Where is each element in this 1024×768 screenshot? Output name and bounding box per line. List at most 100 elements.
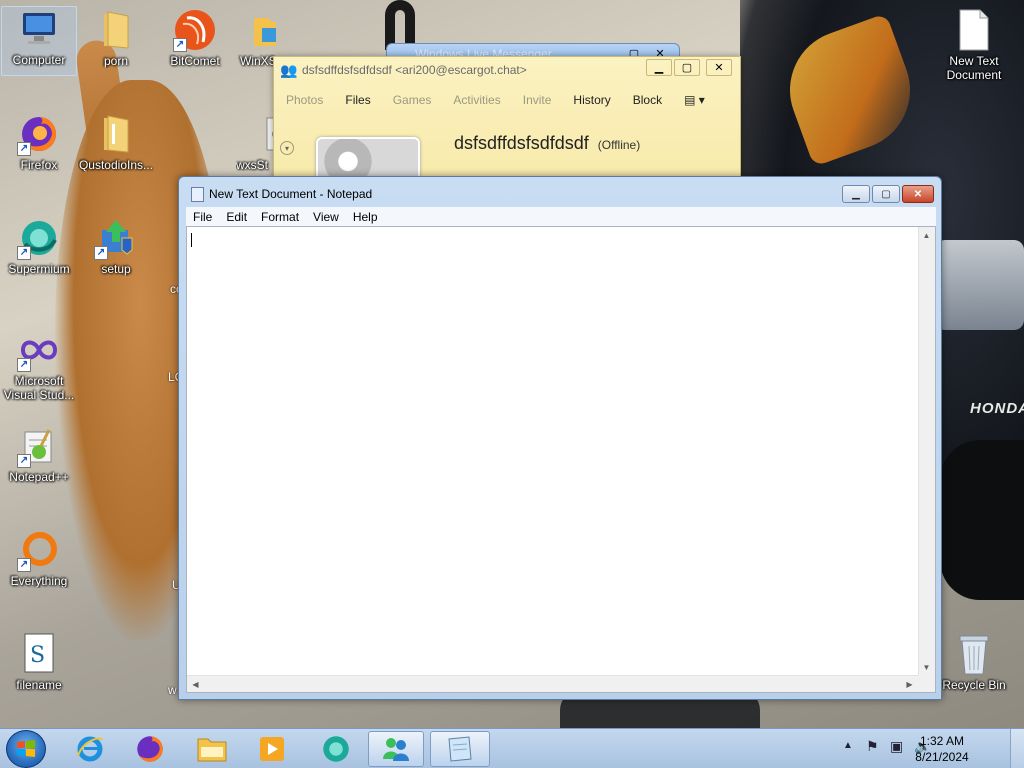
clock-date: 8/21/2024 xyxy=(915,750,969,764)
scroll-down-icon[interactable]: ▼ xyxy=(918,659,935,676)
shortcut-arrow-icon: ↗ xyxy=(17,558,31,572)
toolbar-files[interactable]: Files xyxy=(345,93,370,107)
shortcut-arrow-icon: ↗ xyxy=(17,142,31,156)
notepad-icon xyxy=(448,736,472,762)
menu-format[interactable]: Format xyxy=(254,210,306,224)
desktop-icon-new-text-document[interactable]: New Text Document xyxy=(936,8,1012,82)
desktop-icon-wxsst[interactable]: wxsSt xyxy=(236,112,276,172)
notepad-title: New Text Document - Notepad xyxy=(209,187,373,201)
toolbar-options-icon[interactable]: ▤ ▾ xyxy=(684,93,705,107)
contact-name: dsfsdffdsfsdfdsdf xyxy=(454,133,589,153)
system-clock[interactable]: 1:32 AM 8/21/2024 xyxy=(910,733,974,765)
conversation-title: dsfsdffdsfsdfdsdf <ari200@escargot.chat> xyxy=(302,63,527,77)
notepad-icon xyxy=(191,187,204,202)
wallpaper-wheel xyxy=(940,440,1024,600)
menu-edit[interactable]: Edit xyxy=(219,210,254,224)
desktop-icon-firefox[interactable]: ↗ Firefox xyxy=(1,112,77,172)
desktop-icon-folder-porn[interactable]: porn xyxy=(78,8,154,68)
taskbar-supermium[interactable] xyxy=(308,731,364,767)
desktop-icon-setup[interactable]: ↗ setup xyxy=(78,216,154,276)
text-caret xyxy=(191,233,192,247)
taskbar-media-player[interactable] xyxy=(244,731,300,767)
toolbar-activities[interactable]: Activities xyxy=(453,93,500,107)
maximize-icon[interactable]: ▢ xyxy=(872,185,900,203)
visual-studio-icon: ↗ xyxy=(17,328,61,372)
setup-icon: ↗ xyxy=(94,216,138,260)
supermium-icon: ↗ xyxy=(17,216,61,260)
contact-status: (Offline) xyxy=(597,138,641,152)
winxs-folder-icon xyxy=(250,8,276,52)
wallpaper-brand-text: HONDA xyxy=(970,400,1024,417)
shortcut-arrow-icon: ↗ xyxy=(94,246,108,260)
network-icon[interactable]: ▣ xyxy=(890,738,903,755)
desktop-icon-winxs[interactable]: WinXS xyxy=(236,8,276,68)
contact-display-name: dsfsdffdsfsdfdsdf (Offline) xyxy=(454,133,640,154)
menu-help[interactable]: Help xyxy=(346,210,385,224)
scrollbar-corner xyxy=(918,675,935,692)
script-file-icon: S xyxy=(17,632,61,676)
taskbar-file-explorer[interactable] xyxy=(184,731,240,767)
toolbar-block[interactable]: Block xyxy=(633,93,662,107)
taskbar-notepad[interactable] xyxy=(430,731,490,767)
notepad-window[interactable]: New Text Document - Notepad ▁ ▢ ✕ File E… xyxy=(178,176,942,700)
folder-icon xyxy=(94,112,138,156)
collapse-toggle-icon[interactable]: ▾ xyxy=(280,141,294,155)
conversation-caption-buttons: ▁ ▢ ✕ xyxy=(646,59,732,76)
show-hidden-icons[interactable]: ▲ xyxy=(843,740,853,751)
scroll-left-icon[interactable]: ◀ xyxy=(187,676,204,693)
internet-explorer-icon xyxy=(77,736,103,762)
minimize-icon[interactable]: ▁ xyxy=(646,59,672,76)
messenger-buddy-icon: 👥 xyxy=(280,62,298,78)
desktop: HONDA Computer ↗ Firefox ↗ Supermium ↗ M… xyxy=(0,0,1024,728)
scroll-up-icon[interactable]: ▲ xyxy=(918,227,935,244)
vertical-scrollbar[interactable]: ▲ ▼ xyxy=(918,227,935,676)
messenger-conversation-window[interactable]: 👥 dsfsdffdsfsdfdsdf <ari200@escargot.cha… xyxy=(273,56,741,197)
taskbar: ▲ ⚑ ▣ 🔈 1:32 AM 8/21/2024 xyxy=(0,728,1024,768)
toolbar-history[interactable]: History xyxy=(573,93,610,107)
folder-icon xyxy=(94,8,138,52)
firefox-icon: ↗ xyxy=(17,112,61,156)
toolbar-invite[interactable]: Invite xyxy=(523,93,552,107)
file-explorer-icon xyxy=(197,738,227,762)
shortcut-arrow-icon: ↗ xyxy=(173,38,187,52)
close-icon[interactable]: ✕ xyxy=(902,185,934,203)
start-button[interactable] xyxy=(6,730,46,768)
notepad-menubar: File Edit Format View Help xyxy=(186,207,936,226)
desktop-icon-computer[interactable]: Computer xyxy=(1,6,77,76)
desktop-icon-filename[interactable]: S filename xyxy=(1,632,77,692)
menu-file[interactable]: File xyxy=(186,210,219,224)
minimize-icon[interactable]: ▁ xyxy=(842,185,870,203)
wallpaper-headlight xyxy=(935,240,1024,330)
recycle-bin-icon xyxy=(952,632,996,676)
notepadpp-icon: ↗ xyxy=(17,424,61,468)
shortcut-arrow-icon: ↗ xyxy=(17,454,31,468)
scroll-right-icon[interactable]: ▶ xyxy=(901,676,918,693)
windows-live-messenger-icon xyxy=(383,738,409,761)
firefox-icon xyxy=(137,736,163,762)
maximize-icon[interactable]: ▢ xyxy=(674,59,700,76)
desktop-icon-folder-qustodio[interactable]: QustodioIns... xyxy=(78,112,154,172)
menu-view[interactable]: View xyxy=(306,210,346,224)
text-document-icon xyxy=(952,8,996,52)
desktop-icon-recycle-bin[interactable]: Recycle Bin xyxy=(936,632,1012,692)
partial-icon-label-w: w xyxy=(168,683,177,697)
show-desktop-button[interactable] xyxy=(1010,729,1024,768)
close-icon[interactable]: ✕ xyxy=(706,59,732,76)
computer-icon xyxy=(17,7,61,51)
desktop-icon-notepadpp[interactable]: ↗ Notepad++ xyxy=(1,424,77,484)
toolbar-photos[interactable]: Photos xyxy=(286,93,323,107)
taskbar-internet-explorer[interactable] xyxy=(62,731,118,767)
desktop-icon-bitcomet[interactable]: ↗ BitComet xyxy=(157,8,233,68)
notepad-text-area[interactable]: ▲ ▼ ◀ ▶ xyxy=(186,226,936,693)
horizontal-scrollbar[interactable]: ◀ ▶ xyxy=(187,675,918,692)
bitcomet-icon: ↗ xyxy=(173,8,217,52)
desktop-icon-supermium[interactable]: ↗ Supermium xyxy=(1,216,77,276)
desktop-icon-visual-studio[interactable]: ↗ Microsoft Visual Stud... xyxy=(1,328,77,402)
supermium-icon xyxy=(323,736,349,762)
toolbar-games[interactable]: Games xyxy=(393,93,432,107)
taskbar-windows-live-messenger[interactable] xyxy=(368,731,424,767)
desktop-icon-everything[interactable]: ↗ Everything xyxy=(1,528,77,588)
action-center-flag-icon[interactable]: ⚑ xyxy=(866,738,879,755)
windows-logo-icon xyxy=(17,740,35,757)
taskbar-firefox[interactable] xyxy=(122,731,178,767)
